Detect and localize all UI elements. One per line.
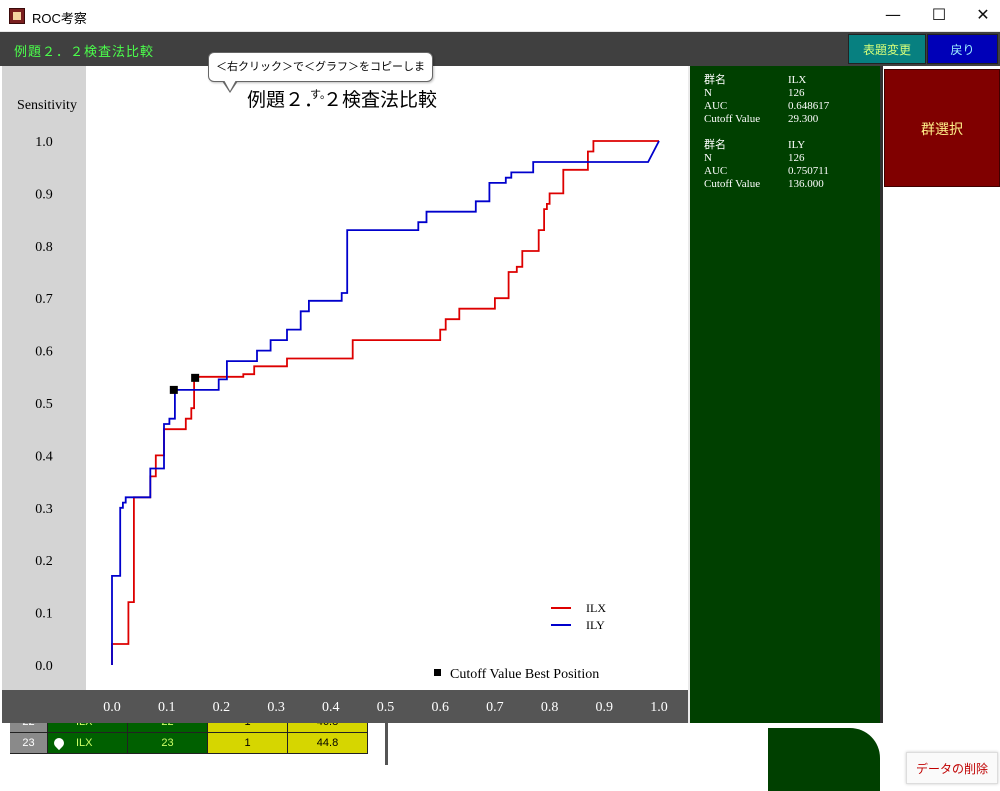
green-panel-fragment: [768, 728, 880, 791]
y-tick-label: 0.7: [35, 292, 53, 307]
y-axis-label: Sensitivity: [17, 98, 77, 113]
app-icon: [9, 8, 25, 24]
table-row[interactable]: 22 ILX 22 1 46.8: [10, 723, 385, 733]
title-bar: ROC考察 — ☐ ✕: [0, 0, 1000, 32]
x-tick-label: 0.1: [158, 700, 176, 715]
x-tick-label: 0.2: [213, 700, 231, 715]
y-tick-label: 0.6: [35, 345, 53, 360]
row-value: 44.8: [288, 733, 368, 754]
n-label: N: [704, 152, 712, 164]
maximize-button[interactable]: ☐: [916, 0, 962, 32]
x-tick-label: 1.0: [650, 700, 668, 715]
auc-value: 0.648617: [788, 100, 830, 112]
row-index: 23: [128, 733, 208, 754]
row-value: 46.8: [288, 723, 368, 733]
auc-label: AUC: [704, 165, 728, 177]
row-class: 1: [208, 733, 288, 754]
data-table[interactable]: 22 ILX 22 1 46.8 23 ILX 23 1 44.8: [10, 723, 388, 765]
group-label: 群名: [704, 74, 726, 86]
toolbar: 例題２．２検査法比較 表題変更 戻り: [0, 32, 1000, 66]
roc-line-ilx: [111, 140, 659, 665]
cutoff-legend-marker: [434, 669, 441, 676]
y-tick-label: 0.0: [35, 659, 53, 674]
cutoff-label: Cutoff Value: [704, 178, 761, 190]
group-label: 群名: [704, 139, 726, 151]
cutoff-value: 29.300: [788, 113, 819, 125]
y-tick-label: 0.5: [35, 397, 53, 412]
auc-label: AUC: [704, 100, 728, 112]
x-tick-label: 0.9: [596, 700, 614, 715]
pin-icon: [51, 735, 67, 751]
x-tick-label: 0.8: [541, 700, 559, 715]
title-change-button[interactable]: 表題変更: [848, 34, 926, 64]
toolbar-title: 例題２．２検査法比較: [14, 44, 155, 59]
n-value: 126: [788, 87, 805, 99]
y-axis-band: [2, 66, 86, 723]
y-tick-label: 0.3: [35, 502, 53, 517]
back-button[interactable]: 戻り: [927, 34, 998, 64]
row-number: 22: [10, 723, 48, 733]
y-tick-label: 0.4: [35, 449, 53, 464]
y-tick-label: 0.8: [35, 240, 53, 255]
group-info-1: 群名 ILX N 126 AUC 0.648617 Cutoff Value 29.30…: [704, 74, 878, 126]
x-tick-label: 0.3: [267, 700, 285, 715]
roc-chart: Sensitivity 例題２．２検査法比較 0.0 0.1 0.2 0.3 0.4 0.…: [2, 66, 688, 723]
group-name-value: ILX: [788, 74, 807, 86]
chart-title: 例題２．２検査法比較: [247, 89, 437, 111]
y-tick-label: 0.9: [35, 187, 53, 202]
cutoff-legend-label: Cutoff Value Best Position: [450, 667, 599, 682]
minimize-button[interactable]: —: [870, 0, 916, 32]
delete-data-button[interactable]: データの削除: [906, 752, 998, 784]
copy-tooltip: ＜右クリック＞で＜グラフ＞をコピーします。: [208, 52, 433, 101]
cutoff-point-ilx: [191, 373, 200, 382]
n-value: 126: [788, 152, 805, 164]
n-label: N: [704, 87, 712, 99]
legend: ILX ILY: [551, 601, 606, 632]
row-group-name: ILX: [48, 723, 128, 733]
row-group-name: ILX: [48, 733, 128, 754]
x-tick-label: 0.5: [377, 700, 395, 715]
legend-label-ilx: ILX: [586, 601, 606, 615]
x-tick-label: 0.7: [486, 700, 504, 715]
x-tick-label: 0.0: [103, 700, 121, 715]
group-select-button[interactable]: 群選択: [884, 69, 1000, 187]
roc-chart-panel[interactable]: Sensitivity 例題２．２検査法比較 0.0 0.1 0.2 0.3 0.4 0.…: [2, 66, 688, 723]
auc-value: 0.750711: [788, 165, 829, 177]
y-tick-label: 1.0: [35, 135, 53, 150]
y-tick-label: 0.2: [35, 554, 53, 569]
tooltip-tail: [222, 80, 238, 93]
window-title: ROC考察: [32, 11, 87, 26]
cutoff-point-ily: [169, 385, 178, 394]
row-number: 23: [10, 733, 48, 754]
table-row[interactable]: 23 ILX 23 1 44.8: [10, 733, 385, 754]
row-class: 1: [208, 723, 288, 733]
legend-label-ily: ILY: [586, 618, 605, 632]
group-info-2: 群名 ILY N 126 AUC 0.750711 Cutoff Value 136.0…: [704, 139, 878, 191]
x-tick-label: 0.4: [322, 700, 340, 715]
close-button[interactable]: ✕: [960, 0, 1000, 32]
group-info-panel: 群名 ILX N 126 AUC 0.648617 Cutoff Value 29.30…: [688, 66, 880, 723]
series-lines: [111, 140, 660, 665]
cutoff-label: Cutoff Value: [704, 113, 761, 125]
y-tick-label: 0.1: [35, 607, 53, 622]
row-group-name-text: ILX: [76, 737, 93, 749]
row-index: 22: [128, 723, 208, 733]
cutoff-value: 136.000: [788, 178, 824, 190]
x-tick-label: 0.6: [431, 700, 449, 715]
group-name-value: ILY: [788, 139, 806, 151]
